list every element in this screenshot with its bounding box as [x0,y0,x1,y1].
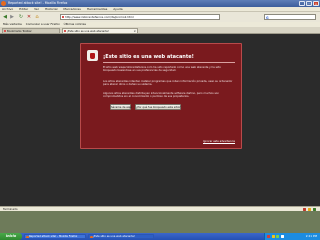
firefox-icon [26,236,29,238]
menu-view[interactable]: Ver [34,7,39,11]
bookmark-item[interactable]: Más visitados [3,22,22,26]
get-me-out-button[interactable]: Sácame de aquí [110,104,132,110]
menu-history[interactable]: Historial [45,7,57,11]
tab-close-icon[interactable]: × [133,29,136,34]
close-button[interactable]: × [313,1,319,6]
menu-bookmarks[interactable]: Marcadores [63,7,80,11]
search-engine-icon: G [266,15,269,20]
back-arrow-icon[interactable]: ◀ [2,14,8,20]
why-blocked-button[interactable]: ¿Por qué fue bloqueado este sitio? [135,104,181,110]
network-icon[interactable] [271,235,275,238]
ignore-warning-link[interactable]: Ignorar esta advertencia [203,140,235,143]
title-bar: Reported attack site! - Mozilla Firefox … [0,0,320,7]
warning-paragraph: Los sitios atacantes intentan instalar p… [103,80,233,87]
tab-strip: Bookmarks Toolbar ¡Este sitio es una web… [0,27,320,34]
taskbar-item[interactable]: Reported attack site! - Mozilla Firefox [24,234,86,239]
taskbar-item[interactable]: ¡Este sitio es una web atacante! [88,234,154,239]
menu-tools[interactable]: Herramientas [87,7,107,11]
tab-bookmarks[interactable]: Bookmarks Toolbar [2,27,60,33]
antivirus-icon[interactable] [267,235,270,238]
system-tray: 2:21 PM [264,233,320,240]
messenger-icon[interactable] [280,235,284,238]
taskbar: Inicio Reported attack site! - Mozilla F… [0,233,320,240]
search-input[interactable]: G [264,14,316,20]
tab-label: Bookmarks Toolbar [7,29,32,33]
tab-label: ¡Este sitio es una web atacante! [67,29,109,33]
stop-icon[interactable]: ✕ [26,14,32,20]
stop-hand-icon [87,50,98,61]
minimize-button[interactable]: _ [299,1,305,6]
volume-icon[interactable] [276,235,279,238]
warning-paragraph: Algunos sitios atacantes distribuyen int… [103,92,220,99]
forward-arrow-icon[interactable]: ▶ [9,14,15,20]
address-text: http://www.ristorantefenice.com/ita/prom… [65,15,134,19]
site-favicon-icon [61,15,65,19]
tray-icons [267,235,284,238]
maximize-button[interactable]: □ [306,1,312,6]
desktop-background [0,211,320,233]
tab-favicon-icon [64,30,66,32]
tab-attack-site[interactable]: ¡Este sitio es una web atacante! × [62,27,138,34]
menu-file[interactable]: Archivo [2,7,13,11]
clock: 2:21 PM [305,234,317,238]
address-bar[interactable]: http://www.ristorantefenice.com/ita/prom… [60,14,220,20]
taskbar-item-label: Reported attack site! - Mozilla Firefox [29,235,78,238]
divider [103,62,235,63]
warning-title: ¡Este sitio es una web atacante! [103,54,194,60]
menu-edit[interactable]: Editar [19,7,28,11]
window-title: Reported attack site! - Mozilla Firefox [8,1,68,5]
menu-help[interactable]: Ayuda [113,7,122,11]
home-icon[interactable]: ⌂ [34,14,40,20]
bookmark-item[interactable]: Últimas noticias [64,22,86,26]
attack-site-warning: ¡Este sitio es una web atacante! El siti… [80,43,242,149]
firefox-icon [1,1,6,6]
warning-paragraph: El sitio web www.ristorantefenice.com ha… [103,66,221,73]
reload-icon[interactable]: ↻ [18,14,24,20]
firefox-icon [90,236,93,238]
bookmark-item[interactable]: Comenzar a usar Firefox [26,22,60,26]
taskbar-item-label: ¡Este sitio es una web atacante! [93,235,135,238]
tab-favicon-icon [4,30,6,32]
start-button[interactable]: Inicio [0,233,22,240]
window-controls: _ □ × [299,1,319,6]
